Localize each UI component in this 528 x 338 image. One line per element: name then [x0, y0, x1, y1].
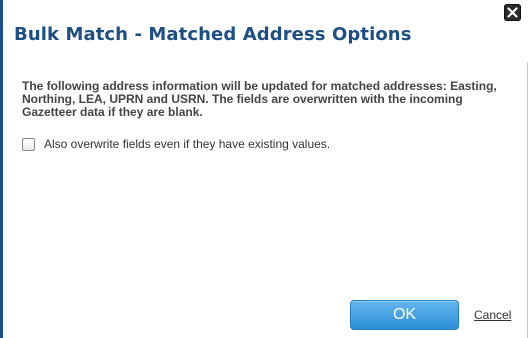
- overwrite-option-row: Also overwrite fields even if they have …: [22, 137, 330, 151]
- close-icon: [507, 7, 518, 18]
- overwrite-option-label[interactable]: Also overwrite fields even if they have …: [44, 137, 330, 151]
- ok-button[interactable]: OK: [350, 300, 459, 330]
- dialog-title: Bulk Match - Matched Address Options: [14, 24, 412, 45]
- overwrite-checkbox[interactable]: [22, 137, 35, 151]
- dialog-content: The following address information will b…: [22, 80, 512, 119]
- dialog-title-bar: Bulk Match - Matched Address Options: [3, 0, 528, 62]
- cancel-link[interactable]: Cancel: [474, 308, 511, 322]
- bulk-match-dialog: Bulk Match - Matched Address Options The…: [0, 0, 528, 338]
- close-button[interactable]: [504, 4, 521, 21]
- dialog-description: The following address information will b…: [22, 79, 497, 119]
